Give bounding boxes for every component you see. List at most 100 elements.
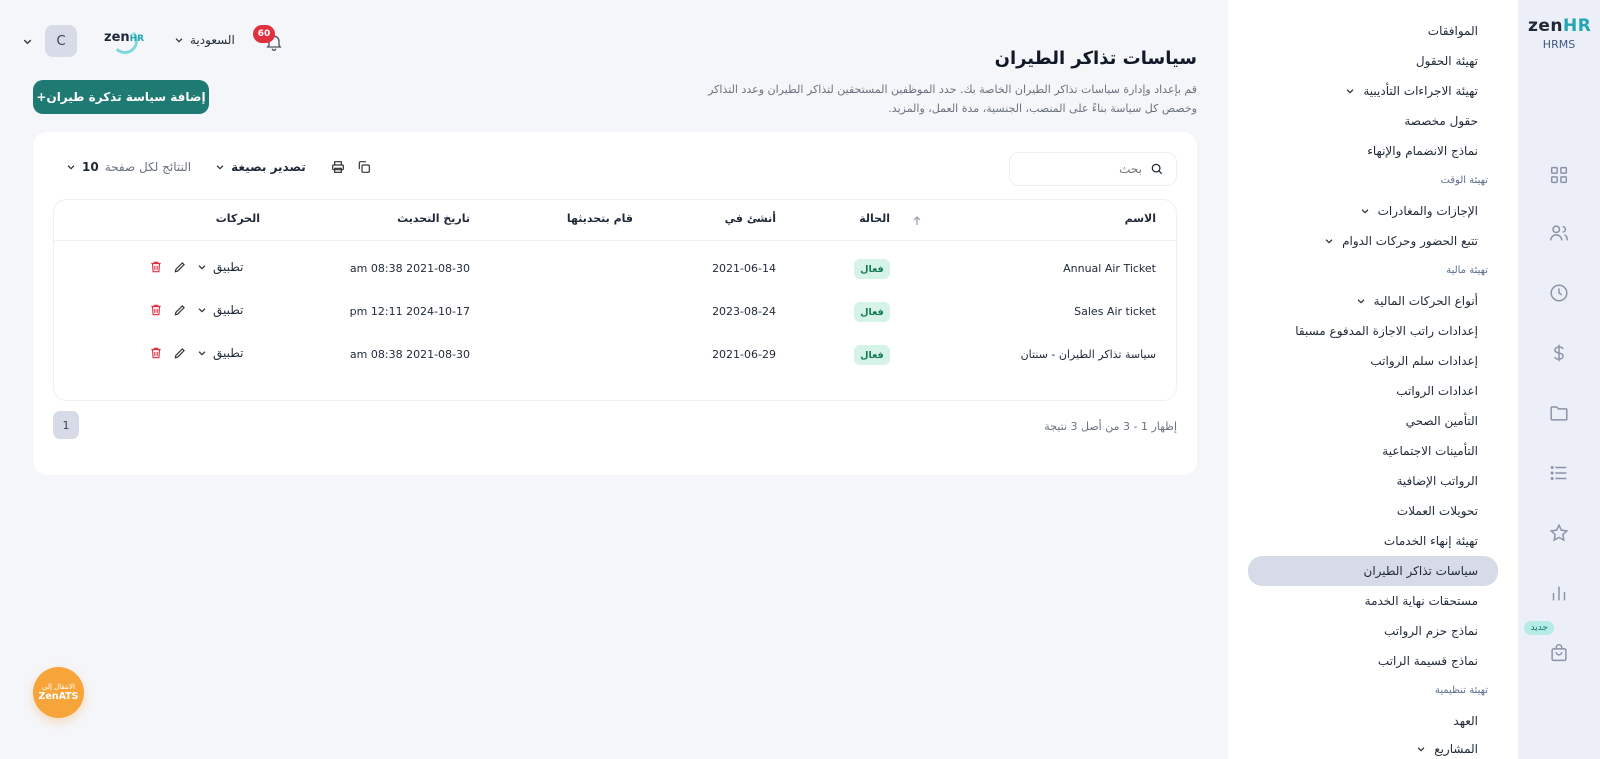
user-menu[interactable]: C [22, 25, 77, 57]
policy-name[interactable]: Annual Air Ticket [1063, 262, 1156, 275]
sidebar-item[interactable]: الموافقات [1248, 16, 1498, 46]
ats-line2: ZenATS [38, 691, 79, 702]
copy-icon[interactable] [356, 159, 372, 175]
column-header-status[interactable]: الحالة [859, 212, 890, 225]
delete-icon[interactable] [149, 346, 163, 360]
sidebar-item[interactable]: تهيئة الاجراءات التأديبية [1248, 76, 1498, 106]
updated-at: am 08:38 2021-08-30 [349, 348, 470, 361]
star-icon[interactable] [1548, 522, 1570, 544]
apply-dropdown[interactable]: تطبيق [197, 346, 243, 360]
sidebar-item-label: التأمينات الاجتماعية [1382, 444, 1478, 458]
created-date: 2021-06-14 [712, 262, 776, 275]
avatar[interactable]: C [45, 25, 77, 57]
delete-icon[interactable] [149, 260, 163, 274]
apply-label: تطبيق [213, 303, 244, 317]
search-box[interactable] [1009, 152, 1177, 186]
sidebar-item[interactable]: اعدادات الرواتب [1248, 376, 1498, 406]
dashboard-icon[interactable] [1548, 164, 1570, 186]
policy-name[interactable]: Sales Air ticket [1074, 305, 1156, 318]
sidebar-item-label: مستحقات نهاية الخدمة [1364, 594, 1478, 608]
sidebar-item[interactable]: سياسات تذاكر الطيران [1248, 556, 1498, 586]
sidebar-item-label: أنواع الحركات المالية [1373, 294, 1478, 308]
folder-icon[interactable] [1548, 402, 1570, 424]
sidebar-item[interactable]: الإجازات والمغادرات [1248, 196, 1498, 226]
sidebar-item-label: سياسات تذاكر الطيران [1363, 564, 1479, 578]
sidebar-item-label: تهيئة إنهاء الخدمات [1383, 534, 1478, 548]
sidebar-item-label: حقول مخصصة [1404, 114, 1478, 128]
status-badge: فعال [854, 259, 890, 279]
edit-icon[interactable] [173, 346, 187, 360]
chevron-down-icon [1360, 206, 1370, 216]
sidebar-item[interactable]: تتبع الحضور وحركات الدوام [1248, 226, 1498, 256]
chevron-down-icon [66, 162, 76, 172]
chart-icon[interactable] [1548, 582, 1570, 604]
results-summary: إظهار 1 - 3 من أصل 3 نتيجة [1044, 420, 1177, 433]
dollar-icon[interactable] [1548, 342, 1570, 364]
sidebar-item[interactable]: تهيئة الحقول [1248, 46, 1498, 76]
chevron-down-icon [197, 262, 207, 272]
updated-at: am 08:38 2021-08-30 [349, 262, 470, 275]
sidebar-item-label: التأمين الصحي [1405, 414, 1478, 428]
country-label: السعودية [190, 33, 235, 47]
notification-count-badge: 60 [253, 25, 275, 43]
sidebar-item[interactable]: أنواع الحركات المالية [1248, 286, 1498, 316]
go-to-zenats-button[interactable]: الانتقال إلى ZenATS [33, 667, 84, 718]
sidebar-item[interactable]: التأمين الصحي [1248, 406, 1498, 436]
sidebar-item-label: الرواتب الإضافية [1396, 474, 1479, 488]
column-header-created[interactable]: أنشئ في [725, 212, 776, 225]
created-date: 2021-06-29 [712, 348, 776, 361]
clock-icon[interactable] [1548, 282, 1570, 304]
sidebar-section-heading: تهيئة الوقت [1440, 175, 1488, 186]
apply-dropdown[interactable]: تطبيق [197, 303, 243, 317]
chevron-down-icon [1356, 296, 1366, 306]
page-description: قم بإعداد وإدارة سياسات تذاكر الطيران ال… [708, 83, 1197, 115]
created-date: 2023-08-24 [712, 305, 776, 318]
sidebar-item-label: تهيئة الاجراءات التأديبية [1363, 84, 1478, 98]
bag-icon[interactable] [1548, 642, 1570, 664]
sidebar-item[interactable]: التأمينات الاجتماعية [1248, 436, 1498, 466]
header-divider [54, 240, 1176, 241]
sidebar-item[interactable]: نماذج حزم الرواتب [1248, 616, 1498, 646]
page-button-1[interactable]: 1 [53, 411, 79, 439]
sidebar-item-label: تحويلات العملات [1396, 504, 1478, 518]
sidebar-item[interactable]: نماذج قسيمة الراتب [1248, 646, 1498, 676]
delete-icon[interactable] [149, 303, 163, 317]
sidebar-item[interactable]: مستحقات نهاية الخدمة [1248, 586, 1498, 616]
add-air-ticket-policy-button[interactable]: +إضافة سياسة تذكرة طيران [33, 80, 209, 114]
sidebar-item[interactable]: العهد [1248, 706, 1498, 736]
row-actions: تطبيق [149, 260, 243, 274]
sidebar-item[interactable]: تهيئة إنهاء الخدمات [1248, 526, 1498, 556]
chevron-down-icon [1324, 236, 1334, 246]
list-icon[interactable] [1548, 462, 1570, 484]
sidebar-item[interactable]: إعدادات سلم الرواتب [1248, 346, 1498, 376]
apply-dropdown[interactable]: تطبيق [197, 260, 243, 274]
export-dropdown[interactable]: تصدير بصيغة [215, 160, 306, 174]
export-label: تصدير بصيغة [231, 160, 306, 174]
edit-icon[interactable] [173, 260, 187, 274]
sidebar-item[interactable]: المشاريع [1248, 734, 1498, 759]
sidebar-item-label: اعدادات الرواتب [1396, 384, 1478, 398]
edit-icon[interactable] [173, 303, 187, 317]
search-input[interactable] [1024, 162, 1142, 176]
sidebar-item-label: إعدادات سلم الرواتب [1370, 354, 1478, 368]
zenhr-logo[interactable]: zenHR [1528, 16, 1591, 36]
country-selector[interactable]: السعودية [174, 33, 235, 47]
print-icon[interactable] [330, 159, 346, 175]
sidebar-item[interactable]: نماذج الانضمام والإنهاء [1248, 136, 1498, 166]
column-header-name[interactable]: الاسم [1125, 212, 1156, 225]
users-icon[interactable] [1548, 222, 1570, 244]
policy-name[interactable]: سياسة تذاكر الطيران - سنتان [1021, 348, 1156, 361]
apply-label: تطبيق [213, 346, 244, 360]
sidebar-item[interactable]: إعدادات راتب الاجازة المدفوع مسبقا [1248, 316, 1498, 346]
sort-arrow-icon[interactable] [911, 215, 923, 227]
per-page-selector[interactable]: 10 النتائج لكل صفحة [66, 160, 191, 174]
column-header-updated-at[interactable]: تاريخ التحديث [397, 212, 470, 225]
per-page-label: النتائج لكل صفحة [104, 160, 192, 174]
sidebar-item[interactable]: الرواتب الإضافية [1248, 466, 1498, 496]
sidebar-item[interactable]: حقول مخصصة [1248, 106, 1498, 136]
row-actions: تطبيق [149, 303, 243, 317]
sidebar-item-label: نماذج الانضمام والإنهاء [1367, 144, 1478, 158]
sidebar-item-label: نماذج حزم الرواتب [1384, 624, 1478, 638]
column-header-updated-by[interactable]: قام بتحديثها [567, 212, 633, 225]
sidebar-item[interactable]: تحويلات العملات [1248, 496, 1498, 526]
